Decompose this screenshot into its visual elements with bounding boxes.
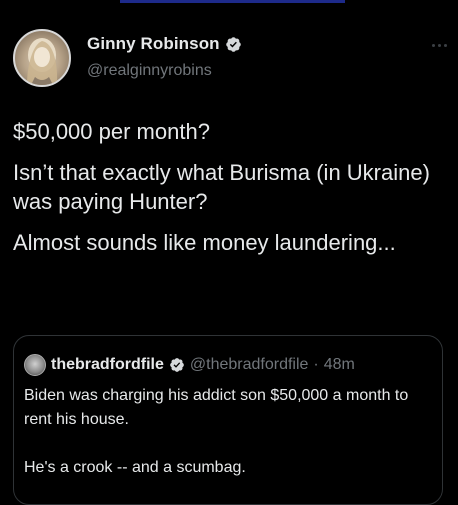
author-display-name[interactable]: Ginny Robinson [87, 34, 220, 54]
quoted-tweet-paragraph: Biden was charging his addict son $50,00… [24, 387, 409, 428]
quoted-tweet-timestamp[interactable]: 48m [324, 356, 355, 374]
author-name-row: Ginny Robinson [87, 34, 242, 54]
quoted-author-avatar[interactable] [24, 354, 46, 376]
quoted-author-handle[interactable]: @thebradfordfile [190, 356, 309, 374]
quoted-tweet-text: Biden was charging his addict son $50,00… [24, 384, 434, 504]
avatar-portrait-icon [27, 38, 58, 85]
quoted-tweet-card[interactable]: thebradfordfile @thebradfordfile · 48m B… [13, 335, 443, 505]
more-dot [438, 43, 441, 47]
author-avatar[interactable] [13, 29, 71, 87]
tweet-paragraph: Isn’t that exactly what Burisma (in Ukra… [13, 160, 430, 214]
tweet: Ginny Robinson @realginnyrobins $50,000 … [0, 0, 458, 505]
verified-badge-icon [225, 36, 241, 52]
more-dot [432, 43, 435, 47]
tweet-paragraph: Almost sounds like money laundering... [13, 230, 396, 255]
timestamp-separator: · [313, 356, 319, 373]
verified-badge-icon [170, 358, 184, 372]
more-options-icon[interactable] [432, 42, 450, 48]
author-handle[interactable]: @realginnyrobins [87, 62, 212, 80]
quoted-tweet-header: thebradfordfile @thebradfordfile · 48m [24, 354, 355, 376]
quoted-author-display-name[interactable]: thebradfordfile [51, 356, 164, 374]
tweet-text: $50,000 per month? Isn’t that exactly wh… [13, 117, 443, 269]
more-dot [444, 43, 447, 47]
tweet-paragraph: $50,000 per month? [13, 119, 210, 144]
quoted-tweet-paragraph: He's a crook -- and a scumbag. [24, 459, 246, 476]
